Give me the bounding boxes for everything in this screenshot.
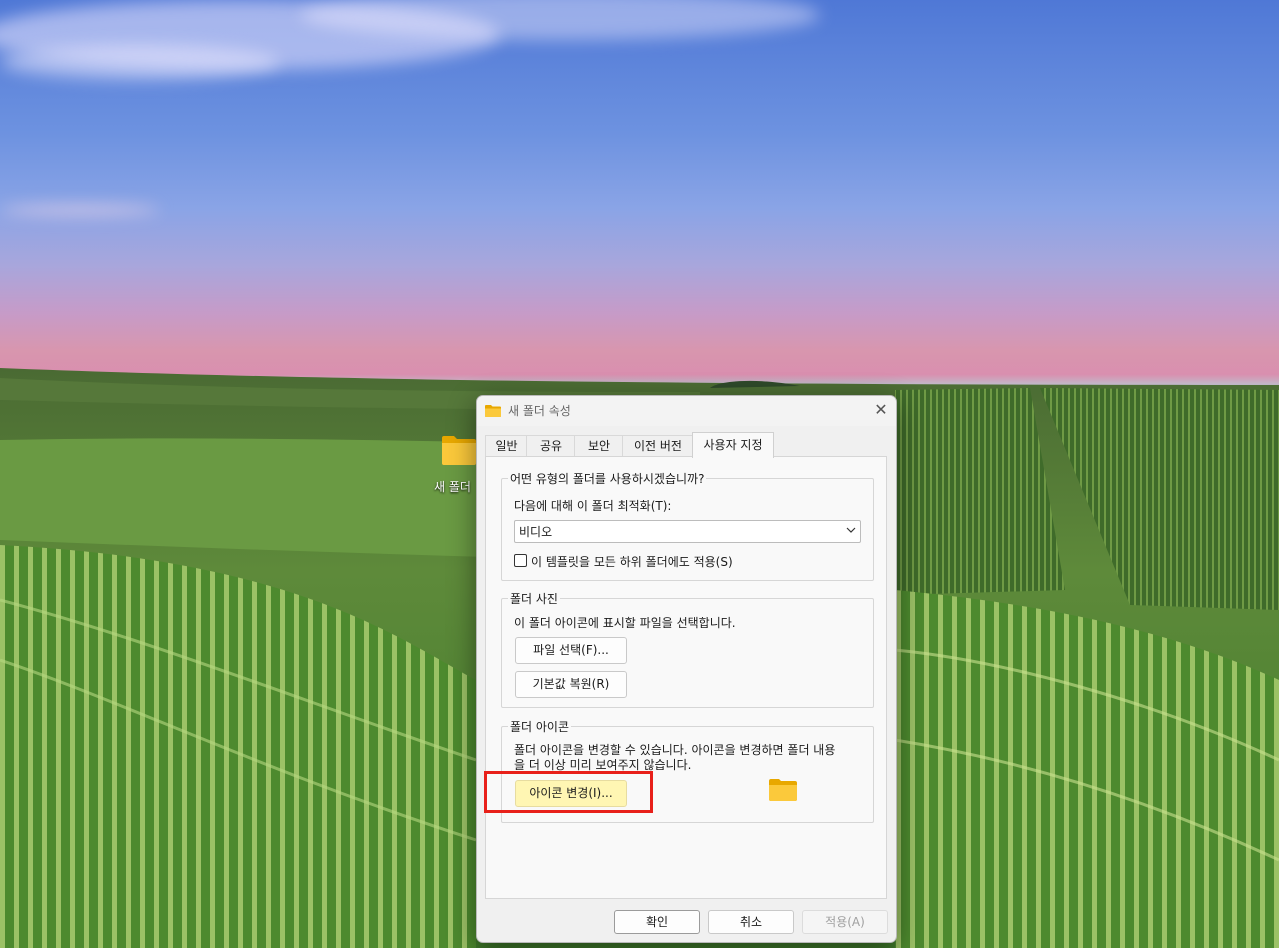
button-label: 적용(A)	[825, 915, 865, 929]
button-label: 확인	[645, 915, 669, 929]
folder-picture-description: 이 폴더 아이콘에 표시할 파일을 선택합니다.	[514, 616, 736, 630]
ok-button[interactable]: 확인	[614, 910, 700, 934]
button-label: 기본값 복원(R)	[532, 677, 610, 691]
tab-label: 일반	[495, 439, 518, 453]
tab-previous-versions[interactable]: 이전 버전	[622, 435, 694, 457]
group-title: 폴더 아이콘	[508, 718, 572, 735]
tab-strip: 일반 공유 보안 이전 버전 사용자 지정	[485, 432, 889, 458]
group-title: 어떤 유형의 폴더를 사용하시겠습니까?	[508, 470, 707, 487]
folder-icon	[485, 405, 501, 417]
tab-security[interactable]: 보안	[574, 435, 624, 457]
tab-label: 공유	[539, 439, 563, 453]
button-label: 파일 선택(F)...	[533, 643, 609, 657]
dialog-title: 새 폴더 속성	[508, 404, 571, 418]
tab-label: 사용자 지정	[703, 438, 763, 452]
restore-default-button[interactable]: 기본값 복원(R)	[515, 671, 627, 698]
close-icon: ✕	[874, 400, 888, 419]
title-bar: 새 폴더 속성 ✕	[477, 396, 896, 426]
highlight-annotation	[484, 771, 653, 813]
tab-sharing[interactable]: 공유	[526, 435, 576, 457]
customize-panel: 어떤 유형의 폴더를 사용하시겠습니까? 다음에 대해 이 폴더 최적화(T):…	[485, 456, 887, 899]
optimize-dropdown[interactable]: 비디오	[514, 520, 861, 543]
tab-customize[interactable]: 사용자 지정	[692, 432, 774, 458]
folder-icon	[442, 436, 476, 465]
choose-file-button[interactable]: 파일 선택(F)...	[515, 637, 627, 664]
tab-label: 이전 버전	[634, 439, 682, 453]
cancel-button[interactable]: 취소	[708, 910, 794, 934]
folder-picture-group: 폴더 사진 이 폴더 아이콘에 표시할 파일을 선택합니다. 파일 선택(F).…	[501, 590, 874, 708]
apply-template-label[interactable]: 이 템플릿을 모든 하위 폴더에도 적용(S)	[531, 553, 733, 570]
tab-general[interactable]: 일반	[485, 435, 528, 457]
chevron-down-icon	[846, 527, 856, 533]
apply-button[interactable]: 적용(A)	[802, 910, 888, 934]
tab-label: 보안	[587, 439, 611, 453]
button-label: 취소	[739, 915, 763, 929]
folder-type-group: 어떤 유형의 폴더를 사용하시겠습니까? 다음에 대해 이 폴더 최적화(T):…	[501, 470, 874, 581]
folder-preview-icon	[769, 779, 797, 801]
optimize-label: 다음에 대해 이 폴더 최적화(T):	[514, 499, 672, 513]
optimize-value: 비디오	[519, 525, 553, 539]
apply-template-checkbox[interactable]	[514, 554, 527, 567]
folder-properties-dialog: 새 폴더 속성 ✕ 일반 공유 보안 이전 버전 사용자 지정 어떤 유형의 폴…	[476, 395, 897, 943]
group-title: 폴더 사진	[508, 590, 560, 607]
close-button[interactable]: ✕	[866, 396, 896, 426]
